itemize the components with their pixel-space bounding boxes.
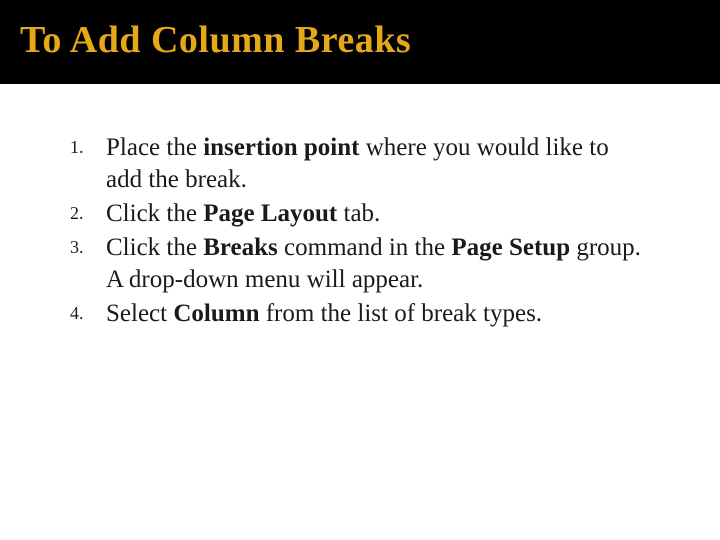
title-bar: To Add Column Breaks	[0, 0, 720, 84]
text-bold: Page Setup	[451, 234, 570, 261]
text-bold: insertion point	[203, 134, 359, 161]
text-bold: Page Layout	[203, 200, 337, 227]
text-bold: Column	[173, 300, 259, 327]
text-run: Select	[106, 300, 173, 327]
text-run: tab.	[337, 200, 380, 227]
text-bold: Breaks	[203, 234, 278, 261]
slide-title: To Add Column Breaks	[20, 18, 700, 62]
text-run: Click the	[106, 200, 203, 227]
content-area: Place the insertion point where you woul…	[0, 84, 720, 330]
list-item: Click the Breaks command in the Page Set…	[70, 232, 650, 296]
list-item: Click the Page Layout tab.	[70, 198, 650, 230]
list-item: Select Column from the list of break typ…	[70, 298, 650, 330]
text-run: Click the	[106, 234, 203, 261]
steps-list: Place the insertion point where you woul…	[70, 132, 650, 330]
text-run: Place the	[106, 134, 203, 161]
list-item: Place the insertion point where you woul…	[70, 132, 650, 196]
text-run: from the list of break types.	[259, 300, 542, 327]
text-run: command in the	[278, 234, 452, 261]
